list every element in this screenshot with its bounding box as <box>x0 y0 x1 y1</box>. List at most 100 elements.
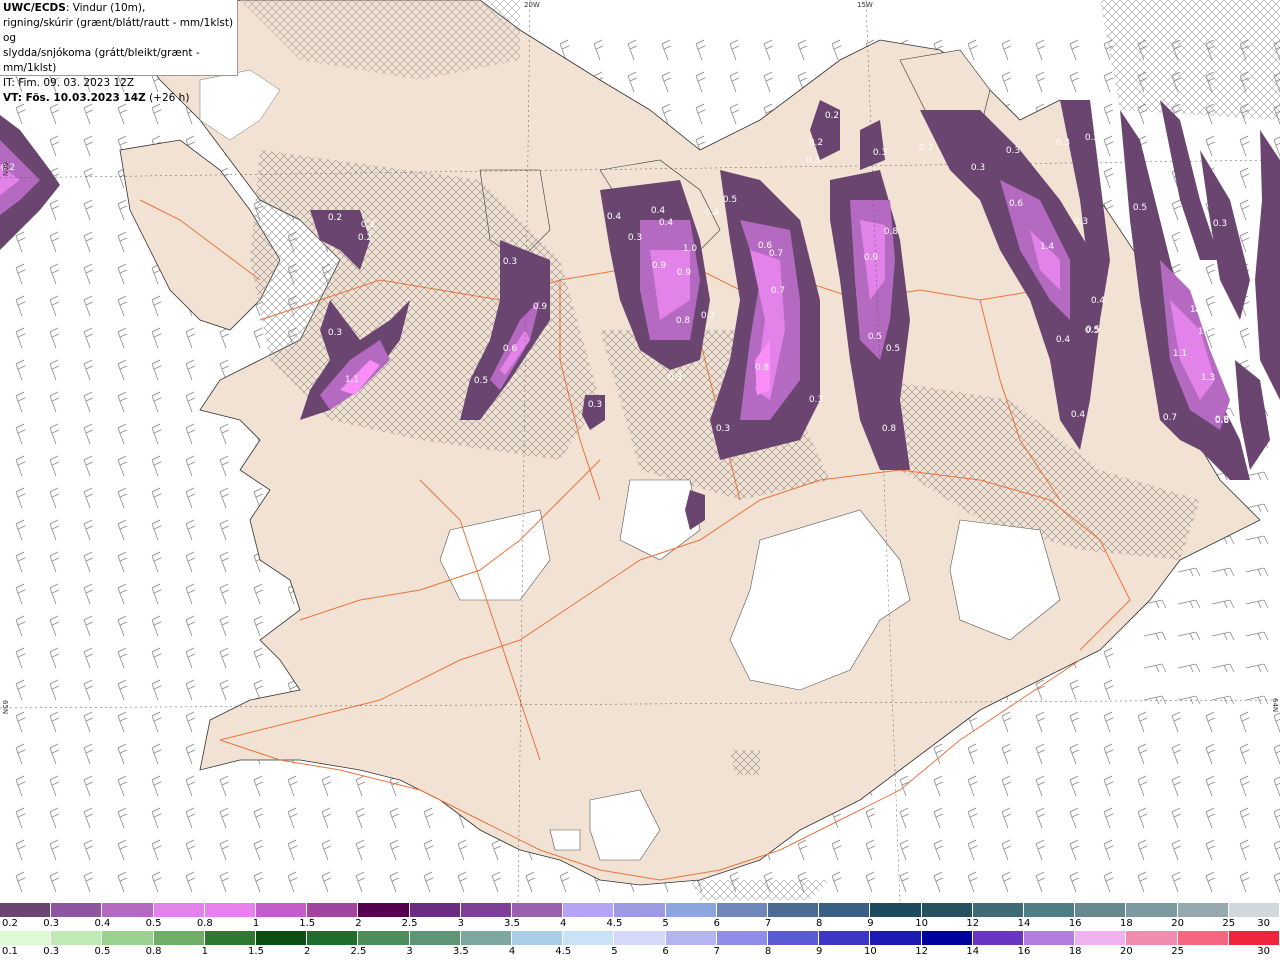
legend-tick-label: 0.3 <box>43 946 60 957</box>
legend-swatch <box>0 931 52 945</box>
legend-swatch <box>1228 903 1280 917</box>
snow-label: slydda/snjókoma (grátt/bleikt/grænt - mm… <box>3 47 200 74</box>
legend-tick-label: 6 <box>662 946 669 957</box>
legend-swatch <box>665 903 717 917</box>
precip-value-label: 0.9 <box>864 253 879 263</box>
legend-swatch <box>1177 903 1229 917</box>
precip-value-label: 0.9 <box>652 261 667 271</box>
legend-tick-label: 3.5 <box>504 918 520 929</box>
precip-value-label: 0.4 <box>1091 296 1106 306</box>
legend-tick-label: 6 <box>713 918 720 929</box>
map-header: UWC/ECDS: Vindur (10m), rigning/skúrir (… <box>0 0 238 104</box>
legend-tick-label: 12 <box>966 918 980 929</box>
legend-swatch <box>921 931 973 945</box>
legend-tick-label: 10 <box>915 918 928 929</box>
precip-value-label: 0.6 <box>503 344 518 354</box>
precip-value-label: 0.8 <box>755 363 770 373</box>
precip-value-label: 0.5 <box>474 376 488 386</box>
precip-value-label: 1.1 <box>1173 349 1187 359</box>
legend-swatch <box>819 931 871 945</box>
legend-tick-label: 7 <box>764 918 772 929</box>
legend-swatch <box>972 903 1024 917</box>
legend-swatch <box>563 931 615 945</box>
legend-swatch <box>614 931 666 945</box>
precip-value-label: 0.5 <box>723 195 737 205</box>
precip-value-label: 0.3 <box>588 400 602 410</box>
legend-tick-label: 2 <box>304 946 311 957</box>
init-time: IT: Fim. 09. 03. 2023 12Z <box>3 77 135 89</box>
legend-swatch <box>1024 931 1076 945</box>
legend-swatch <box>256 903 308 917</box>
legend-tick-label: 7 <box>713 946 720 957</box>
precip-value-label: 0.5 <box>1133 203 1147 213</box>
legend-tick-label: 8 <box>764 946 772 957</box>
legend-swatch <box>1024 903 1076 917</box>
precip-value-label: 1.2 <box>1190 305 1204 315</box>
legend-swatch <box>870 903 922 917</box>
legend-tick-label: 16 <box>1017 946 1031 957</box>
legend-tick-label: 4 <box>508 946 516 957</box>
legend-swatch <box>512 931 564 945</box>
legend-swatch <box>1177 931 1229 945</box>
legend-tick-label: 14 <box>1017 918 1031 929</box>
precip-value-label: 0.2 <box>358 233 372 243</box>
legend-tick-label: 4.5 <box>606 918 623 929</box>
precip-value-label: 1.1 <box>345 375 359 385</box>
legend-tick-label: 20 <box>1120 946 1133 957</box>
legend-tick-label: 1.5 <box>248 946 264 957</box>
legend-tick-label: 2.5 <box>350 946 367 957</box>
precip-value-label: 1.3 <box>1201 373 1215 383</box>
legend-tick-label: 2 <box>355 918 362 929</box>
legend-tick-label: 3 <box>406 946 413 957</box>
legend-tick-label: 0.5 <box>145 918 162 929</box>
precip-value-label: 0.3 <box>873 148 887 158</box>
legend-tick-label: 0.4 <box>94 918 111 929</box>
lead-time: (+26 h) <box>145 92 190 104</box>
precip-value-label: 0.4 <box>1056 335 1071 345</box>
legend-tick-label: 25 <box>1222 918 1236 929</box>
legend-swatch <box>204 931 256 945</box>
precip-value-label: 0.3 <box>971 163 985 173</box>
legend-swatch <box>716 931 768 945</box>
legend-swatch <box>204 903 256 917</box>
snow-color-legend: 0.2 0.3 0.4 0.5 0.8 1 1.5 2 2.5 3 3.5 4 4.5 5 6 7 8 9 10 12… <box>0 903 1280 931</box>
precip-value-label: 0.5 <box>1085 326 1099 336</box>
legend-swatch <box>819 903 871 917</box>
legend-swatch <box>0 903 52 917</box>
precip-value-label: 1.0 <box>683 244 698 254</box>
legend-swatch <box>716 903 768 917</box>
precip-value-label: 0.4 <box>1071 410 1086 420</box>
legend-swatch <box>153 931 205 945</box>
legend-swatch <box>1126 931 1178 945</box>
legend-tick-label: 3 <box>457 918 464 929</box>
legend-tick-label: 25 <box>1171 946 1184 957</box>
precip-value-label: 0.9 <box>533 302 548 312</box>
grid-label-lat-left: 65N <box>1 700 9 715</box>
legend-tick-label: 1.5 <box>299 918 316 929</box>
legend-tick-label: 1 <box>201 946 208 957</box>
legend-swatch <box>460 931 512 945</box>
precip-value-label: 0.3 <box>1074 217 1088 227</box>
legend-swatch <box>870 931 922 945</box>
rain-label: rigning/skúrir (grænt/blátt/rautt - mm/1… <box>3 17 234 44</box>
weather-map: UWC/ECDS: Vindur (10m), rigning/skúrir (… <box>0 0 1280 960</box>
precip-value-label: 0.3 <box>716 424 730 434</box>
precip-value-label: 0.5 <box>886 344 900 354</box>
legend-swatch <box>1126 903 1178 917</box>
model-name: UWC/ECDS <box>3 2 66 14</box>
legend-swatch <box>921 903 973 917</box>
legend-tick-label: 18 <box>1120 918 1133 929</box>
legend-tick-label: 4.5 <box>555 946 572 957</box>
legend-swatch <box>512 903 564 917</box>
legend-tick-label: 18 <box>1068 946 1082 957</box>
map-canvas: 0.20.20.20.20.20.30.20.30.40.40.30.30.50… <box>0 0 1280 903</box>
precip-value-label: 0.3 <box>328 328 342 338</box>
legend-tick-label: 5 <box>611 946 618 957</box>
legend-tick-label: 1 <box>252 918 260 929</box>
precip-value-label: 0.3 <box>1213 219 1227 229</box>
legend-swatch <box>614 903 666 917</box>
legend-tick-label: 9 <box>867 918 874 929</box>
legend-swatch <box>665 931 717 945</box>
legend-swatch <box>102 931 154 945</box>
grid-label-lat-right: 64N <box>1271 698 1279 713</box>
